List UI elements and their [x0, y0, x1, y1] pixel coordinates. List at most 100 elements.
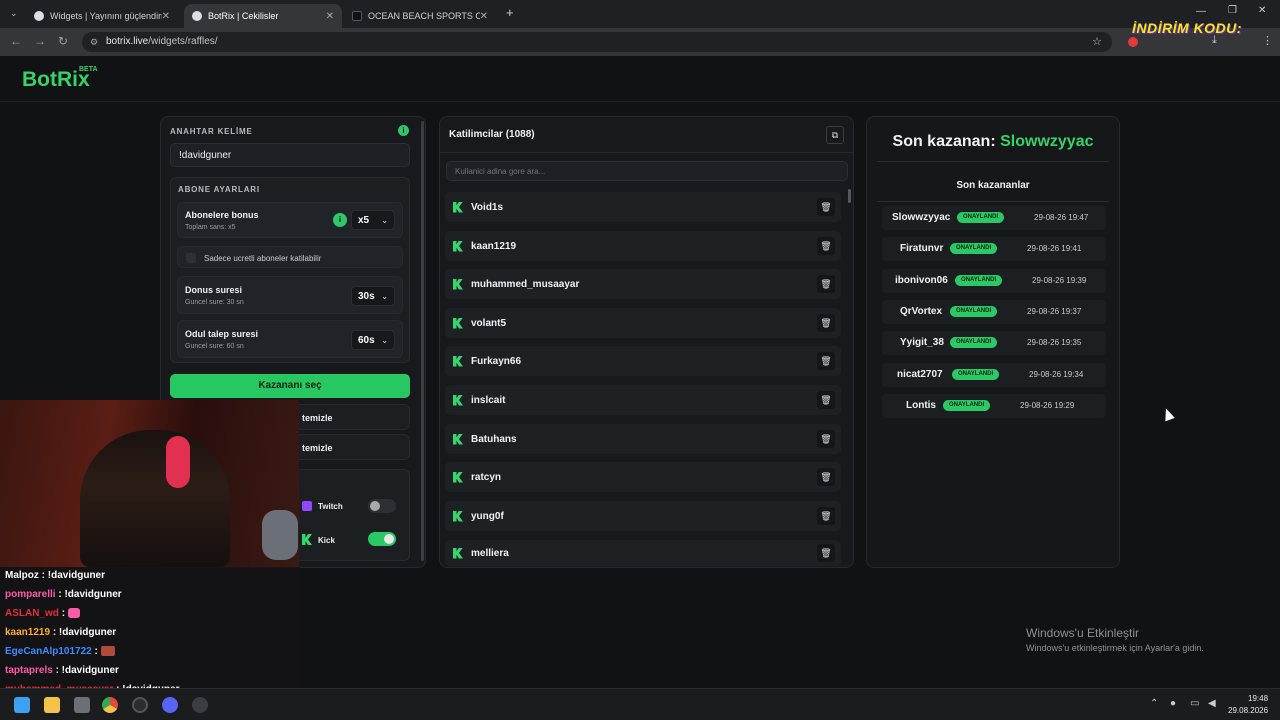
beta-badge: BETA — [79, 66, 98, 73]
winner-name: Lontis — [906, 400, 936, 411]
participant-name: volant5 — [471, 317, 507, 329]
keyword-info-icon[interactable]: i — [398, 125, 409, 136]
tab-close-icon[interactable]: ✕ — [480, 11, 488, 22]
approved-badge: ONAYLANDI — [950, 337, 998, 348]
trash-icon[interactable]: 🗑 — [817, 198, 835, 216]
discord-icon[interactable] — [162, 697, 178, 713]
participant-name: ratcyn — [471, 471, 502, 483]
turn-time-subtitle: Guncel sure: 30 sn — [185, 299, 244, 306]
site-info-icon[interactable]: ⚙ — [90, 32, 98, 52]
clear-button-1-label: temizle — [302, 413, 333, 423]
network-icon[interactable]: ▭ — [1190, 698, 1199, 709]
chat-message: : — [61, 608, 66, 619]
trash-icon[interactable]: 🗑 — [817, 391, 835, 409]
windows-start-icon[interactable] — [14, 697, 30, 713]
participants-scrollbar[interactable] — [848, 189, 851, 203]
extension-icon[interactable] — [1128, 37, 1138, 47]
paid-only-row[interactable]: Sadece ucretli aboneler katilabilir — [177, 246, 403, 268]
participant-name: muhammed_musaayar — [471, 278, 580, 290]
kick-icon — [453, 201, 463, 213]
trash-icon[interactable]: 🗑 — [817, 468, 835, 486]
tab-close-icon[interactable]: ✕ — [326, 11, 334, 22]
microphone-tray-icon[interactable]: ● — [1170, 698, 1176, 709]
tab-list-chevron-icon[interactable]: ⌄ — [10, 8, 18, 19]
winner-time: 29-08-26 19:35 — [1027, 338, 1082, 347]
chevron-down-icon: ⌄ — [381, 215, 388, 225]
copy-icon[interactable]: ⧉ — [826, 126, 844, 144]
toggle-knob — [370, 501, 380, 511]
back-icon[interactable]: ← — [10, 34, 22, 48]
chrome-icon[interactable] — [102, 697, 118, 713]
obs-icon[interactable] — [132, 697, 148, 713]
settings-scrollbar[interactable] — [421, 121, 424, 561]
clock-time[interactable]: 19:48 — [1248, 694, 1268, 703]
trash-icon[interactable]: 🗑 — [817, 352, 835, 370]
windows-activate-title: Windows'u Etkinleştir — [1026, 626, 1139, 640]
participant-row: kaan1219 🗑 — [445, 231, 841, 261]
subscriber-settings-box: ABONE AYARLARI Abonelere bonus Toplam sa… — [170, 177, 410, 363]
last-winner-heading: Son kazanan: Slowwzyyac — [867, 133, 1119, 151]
participant-row: inslcait 🗑 — [445, 385, 841, 415]
trash-icon[interactable]: 🗑 — [817, 544, 835, 562]
chat-user: ASLAN_wd — [5, 608, 59, 619]
trash-icon[interactable]: 🗑 — [817, 314, 835, 332]
keyword-label: ANAHTAR KELİME — [170, 127, 253, 136]
emote-icon — [100, 646, 115, 657]
tab-close-icon[interactable]: ✕ — [162, 11, 170, 22]
windows-activate-subtitle: Windows'u etkinleştirmek için Ayarlar'a … — [1026, 643, 1204, 653]
winner-row: Firatunvr ONAYLANDI 29-08-26 19:41 — [882, 237, 1106, 261]
trash-icon[interactable]: 🗑 — [817, 237, 835, 255]
minimize-icon[interactable]: — — [1196, 6, 1206, 17]
tab-favicon-icon — [352, 11, 362, 21]
settings-gear-icon[interactable] — [192, 697, 208, 713]
new-tab-icon[interactable]: + — [506, 5, 514, 20]
forward-icon[interactable]: → — [34, 34, 46, 48]
bookmark-star-icon[interactable]: ☆ — [1092, 32, 1102, 52]
chat-user: Malpoz — [5, 570, 39, 581]
close-window-icon[interactable]: ✕ — [1258, 5, 1266, 16]
recent-winners-title: Son kazananlar — [956, 180, 1030, 191]
volume-icon[interactable]: ◀ — [1208, 698, 1216, 709]
participant-search-input[interactable] — [446, 161, 848, 181]
maximize-icon[interactable]: ❐ — [1228, 5, 1237, 16]
claim-time-title: Odul talep suresi — [185, 329, 259, 339]
chat-message: : — [94, 646, 98, 657]
claim-time-select[interactable]: 60s ⌄ — [351, 330, 395, 350]
participants-divider — [440, 152, 853, 153]
chat-user: EgeCanAlp101722 — [5, 646, 92, 657]
pick-winner-button[interactable]: Kazananı seç — [170, 374, 410, 398]
turn-time-row: Donus suresi Guncel sure: 30 sn 30s ⌄ — [177, 276, 403, 314]
kick-icon — [453, 278, 463, 290]
paid-only-checkbox[interactable] — [186, 253, 196, 263]
sub-bonus-select[interactable]: x5 ⌄ — [351, 210, 395, 230]
tab-botrix[interactable]: BotRix | Cekilisler ✕ — [184, 4, 342, 28]
url-field[interactable]: ⚙ botrix.live/widgets/raffles/ ☆ — [82, 32, 1112, 52]
taskbar: ⌃ ● ▭ ◀ 19:48 29.08.2026 — [0, 688, 1280, 720]
trash-icon[interactable]: 🗑 — [817, 275, 835, 293]
trash-icon[interactable]: 🗑 — [817, 430, 835, 448]
participant-row: muhammed_musaayar 🗑 — [445, 269, 841, 299]
kick-toggle[interactable] — [368, 532, 396, 546]
clock-date[interactable]: 29.08.2026 — [1228, 706, 1268, 715]
kick-icon — [453, 355, 463, 367]
tab-ocean-beach[interactable]: OCEAN BEACH SPORTS COLLEC ✕ — [344, 4, 496, 28]
twitch-toggle[interactable] — [368, 499, 396, 513]
browser-tab-bar: ⌄ Widgets | Yayınını güçlendirmek ✕ BotR… — [0, 0, 1280, 28]
kick-label: Kick — [318, 536, 335, 545]
keyword-input[interactable]: !davidguner — [170, 143, 410, 167]
store-icon[interactable] — [74, 697, 90, 713]
tray-chevron-icon[interactable]: ⌃ — [1150, 698, 1158, 709]
winners-divider — [877, 161, 1109, 162]
turn-time-select[interactable]: 30s ⌄ — [351, 286, 395, 306]
menu-dots-icon[interactable]: ⋮ — [1262, 34, 1273, 47]
trash-icon[interactable]: 🗑 — [817, 507, 835, 525]
participant-name: yung0f — [471, 510, 504, 522]
sub-bonus-info-icon[interactable]: i — [333, 213, 347, 227]
claim-time-row: Odul talep suresi Guncel sure: 60 sn 60s… — [177, 320, 403, 358]
chat-line: pomparelli : !davidguner — [5, 589, 122, 600]
reload-icon[interactable]: ↻ — [58, 34, 68, 48]
winner-time: 29-08-26 19:47 — [1034, 213, 1089, 222]
file-explorer-icon[interactable] — [44, 697, 60, 713]
tab-favicon-icon — [192, 11, 202, 21]
tab-widgets[interactable]: Widgets | Yayınını güçlendirmek ✕ — [26, 4, 178, 28]
